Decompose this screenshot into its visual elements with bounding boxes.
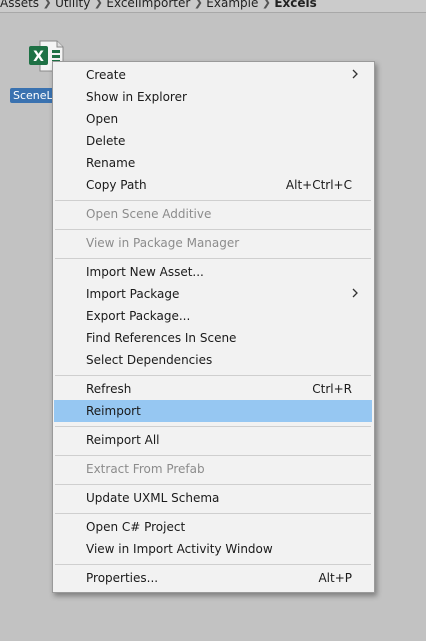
- shortcut-label: Ctrl+R: [312, 382, 352, 396]
- menu-item-select-dependencies[interactable]: Select Dependencies: [54, 349, 372, 371]
- menu-item-label: Open Scene Additive: [86, 207, 212, 221]
- menu-item-label: Select Dependencies: [86, 353, 213, 367]
- menu-item-label: Refresh: [86, 382, 132, 396]
- menu-item-properties[interactable]: Properties... Alt+P: [54, 567, 372, 589]
- menu-item-open-csharp-project[interactable]: Open C# Project: [54, 516, 372, 538]
- menu-item-label: Extract From Prefab: [86, 462, 205, 476]
- menu-item-show-in-explorer[interactable]: Show in Explorer: [54, 86, 372, 108]
- menu-item-label: Rename: [86, 156, 136, 170]
- menu-item-reimport-all[interactable]: Reimport All: [54, 429, 372, 451]
- chevron-right-icon: ❯: [193, 0, 203, 9]
- chevron-right-icon: ❯: [261, 0, 271, 9]
- menu-divider: [55, 229, 371, 230]
- menu-divider: [55, 200, 371, 201]
- menu-item-label: Create: [86, 68, 126, 82]
- menu-item-label: Import Package: [86, 287, 180, 301]
- menu-item-label: Import New Asset...: [86, 265, 204, 279]
- shortcut-label: Alt+Ctrl+C: [285, 178, 352, 192]
- menu-item-label: Show in Explorer: [86, 90, 187, 104]
- context-menu: Create Show in Explorer Open Delete Rena…: [52, 61, 375, 593]
- asset-label[interactable]: SceneL: [10, 88, 56, 103]
- breadcrumb-assets[interactable]: Assets: [0, 0, 39, 10]
- menu-divider: [55, 484, 371, 485]
- breadcrumb-excelimporter[interactable]: ExcelImporter: [106, 0, 190, 10]
- menu-item-label: Update UXML Schema: [86, 491, 220, 505]
- submenu-arrow-icon: [352, 288, 358, 298]
- menu-item-label: Find References In Scene: [86, 331, 237, 345]
- menu-item-label: View in Import Activity Window: [86, 542, 273, 556]
- menu-item-label: Open: [86, 112, 119, 126]
- menu-item-refresh[interactable]: Refresh Ctrl+R: [54, 378, 372, 400]
- menu-divider: [55, 564, 371, 565]
- chevron-right-icon: ❯: [93, 0, 103, 9]
- menu-item-reimport[interactable]: Reimport: [54, 400, 372, 422]
- menu-item-export-package[interactable]: Export Package...: [54, 305, 372, 327]
- breadcrumb: Assets ❯ Utility ❯ ExcelImporter ❯ Examp…: [0, 0, 426, 13]
- breadcrumb-example[interactable]: Example: [206, 0, 258, 10]
- menu-item-extract-from-prefab: Extract From Prefab: [54, 458, 372, 480]
- menu-item-label: View in Package Manager: [86, 236, 240, 250]
- menu-divider: [55, 513, 371, 514]
- menu-item-find-references[interactable]: Find References In Scene: [54, 327, 372, 349]
- chevron-right-icon: ❯: [42, 0, 52, 9]
- svg-text:X: X: [33, 49, 44, 65]
- menu-item-label: Reimport All: [86, 433, 160, 447]
- submenu-arrow-icon: [352, 69, 358, 79]
- menu-item-delete[interactable]: Delete: [54, 130, 372, 152]
- menu-item-open-scene-additive: Open Scene Additive: [54, 203, 372, 225]
- breadcrumb-utility[interactable]: Utility: [55, 0, 90, 10]
- breadcrumb-excels[interactable]: Excels: [274, 0, 316, 10]
- menu-item-label: Open C# Project: [86, 520, 186, 534]
- menu-item-label: Properties...: [86, 571, 159, 585]
- menu-item-import-new-asset[interactable]: Import New Asset...: [54, 261, 372, 283]
- menu-item-update-uxml-schema[interactable]: Update UXML Schema: [54, 487, 372, 509]
- menu-item-view-import-activity[interactable]: View in Import Activity Window: [54, 538, 372, 560]
- menu-item-import-package[interactable]: Import Package: [54, 283, 372, 305]
- menu-item-label: Copy Path: [86, 178, 147, 192]
- menu-item-label: Delete: [86, 134, 126, 148]
- menu-item-label: Export Package...: [86, 309, 191, 323]
- shortcut-label: Alt+P: [318, 571, 352, 585]
- menu-divider: [55, 375, 371, 376]
- menu-item-rename[interactable]: Rename: [54, 152, 372, 174]
- menu-item-copy-path[interactable]: Copy Path Alt+Ctrl+C: [54, 174, 372, 196]
- menu-item-open[interactable]: Open: [54, 108, 372, 130]
- menu-divider: [55, 455, 371, 456]
- menu-divider: [55, 258, 371, 259]
- menu-item-label: Reimport: [86, 404, 141, 418]
- menu-item-view-in-package-manager: View in Package Manager: [54, 232, 372, 254]
- menu-item-create[interactable]: Create: [54, 64, 372, 86]
- menu-divider: [55, 426, 371, 427]
